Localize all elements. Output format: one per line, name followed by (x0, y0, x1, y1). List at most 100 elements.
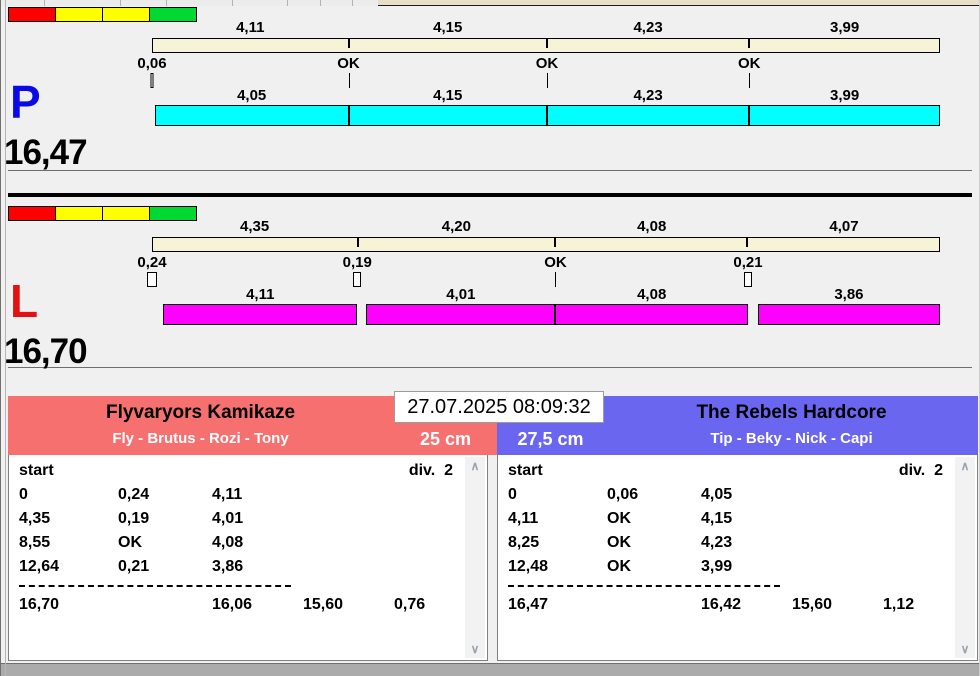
lane-total-time: 16,70 (4, 332, 88, 371)
lap-bar-segment (366, 304, 556, 325)
scroll-up-icon[interactable]: ∧ (465, 460, 485, 472)
lane-chart: 4,11 4,15 4,23 3,99 0,06 OK OK OK 4,05 4,15 4,23… (137, 7, 940, 132)
table-cell: OK (607, 534, 631, 551)
start-status-label: 0,19 (342, 254, 372, 271)
ok-tick-mark (348, 73, 350, 88)
table-row: 4,11 OK 4,15 (498, 507, 977, 531)
traffic-light (8, 206, 56, 221)
start-fault-box (353, 272, 362, 287)
split-boundary-tick (747, 39, 750, 48)
lap-time-label: 4,08 (637, 286, 667, 303)
scrollbar[interactable]: ∧ ∨ (955, 457, 975, 658)
table-row: 12,48 OK 3,99 (498, 555, 977, 579)
split-time-label: 4,20 (441, 218, 471, 235)
table-cell: 0,19 (118, 510, 150, 527)
top-strip-divider (120, 0, 121, 6)
window-left-edge-inner (5, 0, 6, 676)
table-cell: OK (118, 534, 142, 551)
top-strip-left (0, 0, 378, 6)
lap-time-label: 4,23 (633, 87, 663, 104)
total-cell: 15,60 (792, 596, 833, 613)
results-panel: Flyvaryors Kamikaze Fly - Brutus - Rozi … (8, 391, 978, 662)
table-row: 0 0,06 4,05 (498, 483, 977, 507)
window-left-edge (0, 0, 1, 676)
lap-bar-segment (555, 304, 748, 325)
totals-row: 16,70 16,06 15,60 0,76 (9, 593, 487, 617)
lap-time-label: 4,01 (446, 286, 476, 303)
table-cell: OK (607, 558, 631, 575)
table-cell: OK (607, 510, 631, 527)
lane-letter: L (10, 275, 39, 327)
ok-tick-mark (546, 73, 548, 88)
lap-bar-segment (163, 304, 358, 325)
table-cell: 3,86 (212, 558, 244, 575)
top-strip-divider (320, 0, 321, 6)
total-cell: 16,06 (212, 596, 253, 613)
lap-bar-segment (348, 105, 547, 126)
lane-panel-l: 4,35 4,20 4,08 4,07 0,24 0,19 OK 0,21 4,11 4,01… (4, 198, 972, 369)
start-column-header: start (508, 462, 543, 479)
split-time-label: 4,15 (433, 19, 463, 36)
top-strip-divider (232, 0, 233, 6)
table-row: 8,25 OK 4,23 (498, 531, 977, 555)
split-boundary-tick (545, 39, 548, 48)
table-cell: 4,08 (212, 534, 244, 551)
jump-height-badge-left: 25 cm (419, 428, 472, 449)
table-row: 0 0,24 4,11 (9, 483, 487, 507)
split-time-label: 3,99 (829, 19, 860, 36)
total-cell: 15,60 (303, 596, 344, 613)
lap-time-label: 4,05 (237, 87, 267, 104)
start-status-label: 0,21 (733, 254, 763, 271)
start-fault-box (150, 73, 154, 88)
scroll-down-icon[interactable]: ∨ (465, 643, 485, 655)
results-table-right: start div. 2 0 0,06 4,05 4,11 OK 4,15 8,25 OK 4,… (497, 455, 978, 661)
table-cell: 12,64 (19, 558, 60, 575)
table-cell: 4,11 (508, 510, 539, 527)
table-cell: 0,24 (118, 486, 150, 503)
scrollbar[interactable]: ∧ ∨ (465, 457, 485, 658)
scroll-up-icon[interactable]: ∧ (955, 460, 975, 472)
lane-panel-p: 4,11 4,15 4,23 3,99 0,06 OK OK OK 4,05 4,15 4,23… (4, 7, 972, 171)
total-cell: 16,70 (19, 596, 60, 613)
lane-total-time: 16,47 (4, 133, 88, 172)
table-cell: 0 (508, 486, 517, 503)
table-header-row: start div. 2 (9, 459, 487, 483)
lap-bar (152, 304, 940, 325)
split-boundary-tick (348, 39, 351, 48)
table-cell: 4,01 (212, 510, 244, 527)
split-time-labels: 4,11 4,15 4,23 3,99 (152, 19, 940, 36)
jump-height-badge-right: 27,5 cm (517, 428, 584, 449)
start-status-labels: 0,06 OK OK OK (137, 55, 940, 72)
ok-tick-mark (749, 73, 751, 88)
table-cell: 4,05 (701, 486, 733, 503)
totals-divider (9, 579, 487, 593)
table-cell: 4,35 (19, 510, 51, 527)
totals-row: 16,47 16,42 15,60 1,12 (498, 593, 977, 617)
start-fault-box (147, 272, 157, 287)
split-time-label: 4,07 (829, 218, 859, 235)
lap-time-label: 4,15 (433, 87, 463, 104)
lap-bar-segment (749, 105, 940, 126)
totals-divider (498, 579, 977, 593)
traffic-light (102, 7, 150, 22)
top-strip-divider (166, 0, 167, 6)
lane-letter: P (10, 76, 41, 128)
lap-bar-segment (154, 105, 349, 126)
scroll-down-icon[interactable]: ∨ (955, 643, 975, 655)
start-status-label: OK (544, 254, 567, 271)
split-bar (152, 38, 940, 53)
total-cell: 16,42 (701, 596, 742, 613)
table-body: 0 0,24 4,11 4,35 0,19 4,01 8,55 OK 4,08 12,64 0,21… (9, 483, 487, 617)
start-status-label: 0,06 (137, 55, 167, 72)
table-cell: 3,99 (701, 558, 733, 575)
traffic-light (102, 206, 150, 221)
start-status-label: OK (535, 55, 559, 72)
datetime-box: 27.07.2025 08:09:32 (394, 391, 604, 423)
top-strip-right (378, 0, 980, 6)
table-cell: 0,21 (118, 558, 150, 575)
table-cell: 0 (19, 486, 28, 503)
results-table-left: start div. 2 0 0,24 4,11 4,35 0,19 4,01 8,55 OK… (8, 455, 488, 661)
lap-time-labels: 4,11 4,01 4,08 3,86 (152, 286, 940, 303)
race-timing-window: 4,11 4,15 4,23 3,99 0,06 OK OK OK 4,05 4,15 4,23… (0, 0, 980, 676)
total-cell: 0,76 (394, 596, 426, 613)
